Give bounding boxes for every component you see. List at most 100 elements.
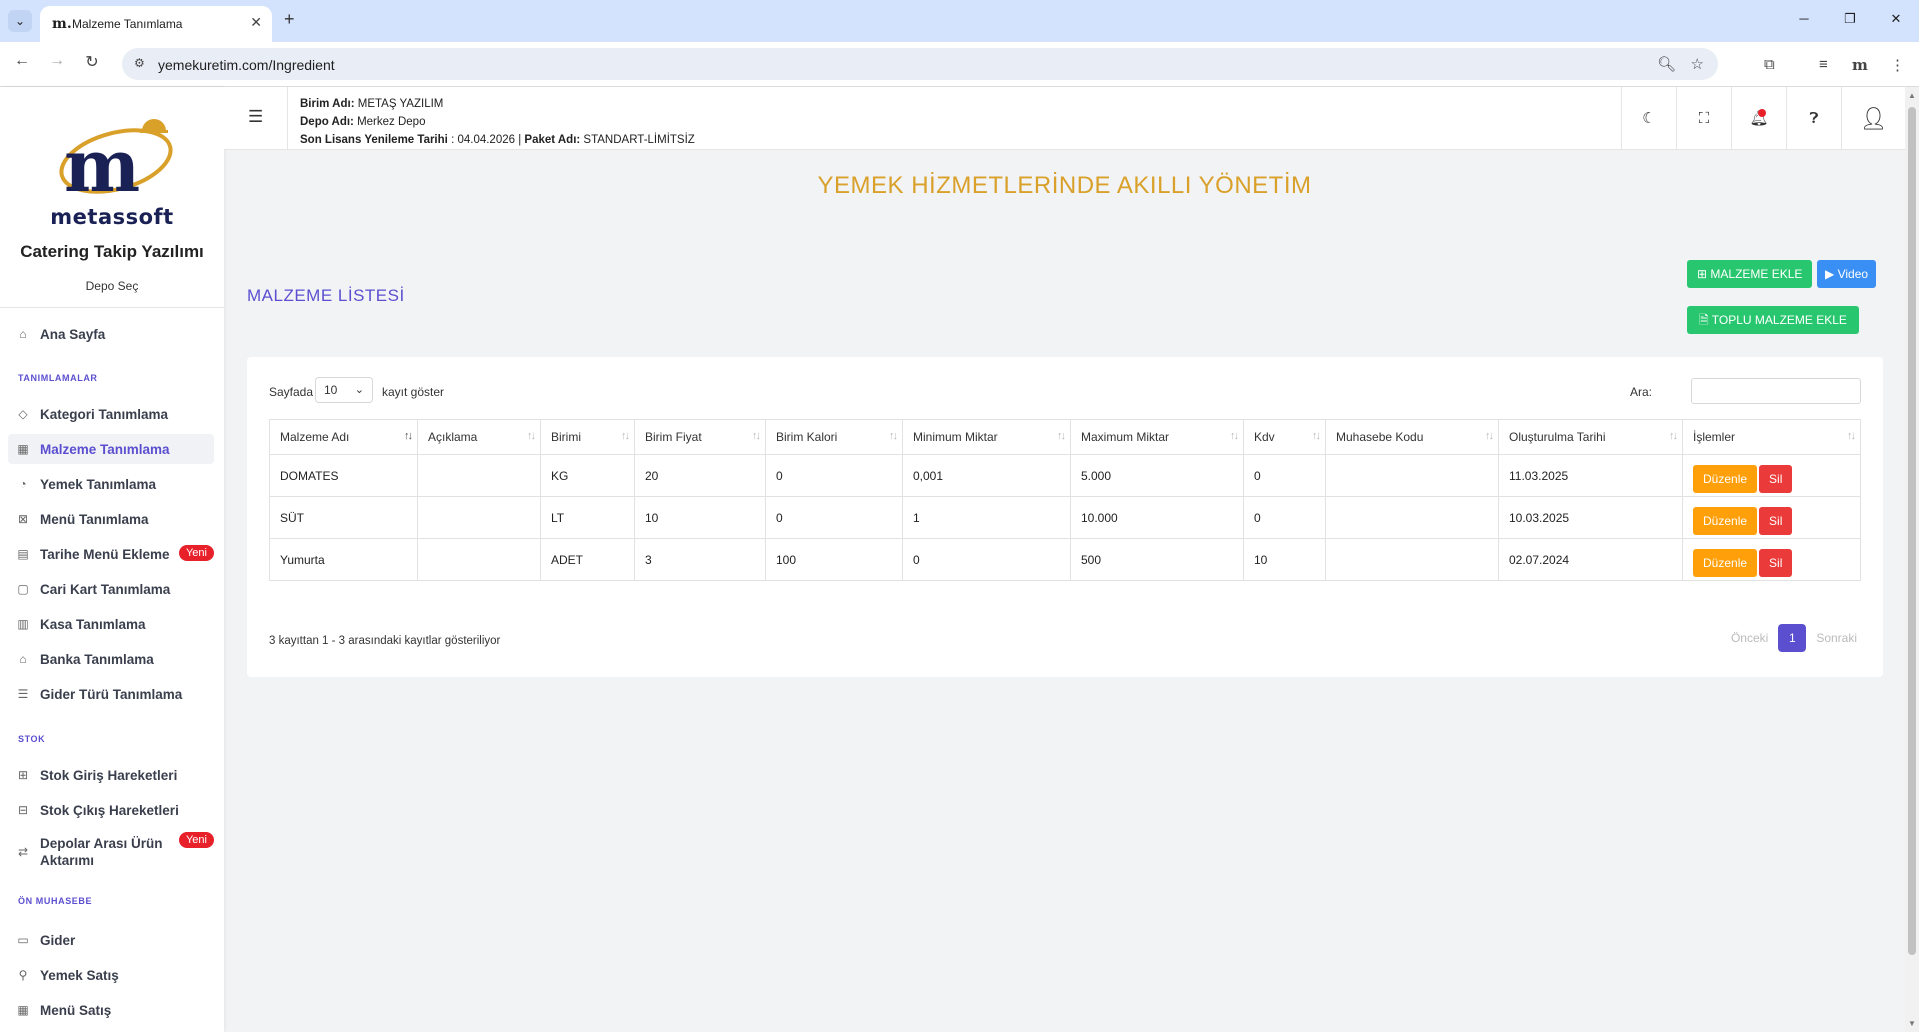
sort-icon: ↑↓ [752,430,761,442]
sidebar-item-menu-satis[interactable]: ▦ Menü Satış [8,995,214,1025]
add-ingredient-button[interactable]: ⊞ MALZEME EKLE [1687,260,1813,288]
column-header-name[interactable]: Malzeme Adı ↑↓ [269,419,418,455]
profile-favicon-icon[interactable]: m [1852,56,1868,74]
zoom-icon[interactable]: 🔍︎ [1657,55,1676,73]
cell-price: 10 [634,496,766,539]
close-window-icon[interactable]: ✕ [1873,0,1919,38]
sidebar-item-tarihe-menu[interactable]: ▤ Tarihe Menü Ekleme Yeni [8,539,214,569]
sidebar-item-malzeme[interactable]: ▦ Malzeme Tanımlama [8,434,214,464]
browser-menu-icon[interactable]: ⋮ [1890,56,1905,74]
media-control-icon[interactable]: ≡ [1819,56,1828,73]
video-button[interactable]: ▶ Video [1817,260,1877,288]
dish-icon: ◔ [19,477,27,491]
sidebar-item-yemek-satis[interactable]: ⚲ Yemek Satış [8,960,214,990]
browser-tab-active[interactable]: m. Malzeme Tanımlama ✕ [40,6,272,42]
dark-mode-icon[interactable]: ☾ [1621,87,1676,150]
tab-search-chevron-icon[interactable]: ⌄ [8,10,32,32]
birim-value: METAŞ YAZILIM [357,98,444,110]
column-header-unit[interactable]: Birimi ↑↓ [540,419,635,455]
scrollbar-thumb[interactable] [1908,107,1916,955]
sidebar-item-label: Kategori Tanımlama [40,406,169,422]
sort-icon: ↑↓ [1230,430,1239,442]
sidebar-item-banka[interactable]: ⌂ Banka Tanımlama [8,644,214,674]
reload-icon[interactable]: ↻ [80,52,104,72]
sidebar-item-cari-kart[interactable]: ▢ Cari Kart Tanımlama [8,574,214,604]
scroll-down-icon[interactable]: ▼ [1905,1019,1919,1028]
notification-bell-icon[interactable]: 🔔︎ [1731,87,1786,150]
cell-calorie: 100 [765,538,903,581]
page-scrollbar[interactable]: ▲ ▼ [1905,87,1919,1032]
column-header-max[interactable]: Maximum Miktar ↑↓ [1070,419,1244,455]
address-bar[interactable]: ⚙ yemekuretim.com/Ingredient 🔍︎ ☆ [122,48,1718,80]
bookmark-star-icon[interactable]: ☆ [1691,55,1704,73]
pagination-previous[interactable]: Önceki [1731,631,1768,645]
chevron-down-icon: ⌄ [354,384,364,396]
page-headline: YEMEK HİZMETLERİNDE AKILLI YÖNETİM [817,172,1312,199]
cell-created-date: 10.03.2025 [1498,496,1683,539]
column-header-min[interactable]: Minimum Miktar ↑↓ [902,419,1071,455]
column-header-label: Açıklama [428,430,478,444]
notification-dot [1758,109,1766,117]
delete-button[interactable]: Sil [1759,507,1793,535]
sidebar-item-home[interactable]: ⌂ Ana Sayfa [8,319,214,349]
site-info-icon[interactable]: ⚙ [134,56,145,70]
sort-icon: ↑↓ [1057,430,1066,442]
back-icon[interactable]: ← [10,52,34,70]
column-header-price[interactable]: Birim Fiyat ↑↓ [634,419,766,455]
user-avatar-icon[interactable]: 👤︎ [1841,87,1905,150]
page-length-select[interactable]: 10 ⌄ [315,377,373,403]
sidebar-item-kategori[interactable]: ◇ Kategori Tanımlama [8,399,214,429]
sidebar-item-gider[interactable]: ▭ Gider [8,925,214,955]
minimize-icon[interactable]: ─ [1781,0,1827,38]
hamburger-menu-icon[interactable]: ☰ [248,107,263,127]
scroll-up-icon[interactable]: ▲ [1905,91,1919,100]
delete-button[interactable]: Sil [1759,465,1793,493]
cell-min: 0 [902,538,1071,581]
column-header-accounting-code[interactable]: Muhasebe Kodu ↑↓ [1325,419,1499,455]
column-header-label: Minimum Miktar [913,430,998,444]
delete-button[interactable]: Sil [1759,549,1793,577]
paket-label: Paket Adı: [524,134,581,146]
edit-button[interactable]: Düzenle [1693,549,1758,577]
pagination-page-1[interactable]: 1 [1778,624,1807,652]
column-header-calorie[interactable]: Birim Kalori ↑↓ [765,419,903,455]
cell-unit: KG [540,454,635,497]
pagination-next[interactable]: Sonraki [1816,631,1857,645]
edit-button[interactable]: Düzenle [1693,465,1758,493]
cell-max: 10.000 [1070,496,1244,539]
fullscreen-icon[interactable]: ⛶ [1676,87,1731,150]
metassoft-logo[interactable]: m [56,113,176,208]
sidebar-item-kasa[interactable]: ▥ Kasa Tanımlama [8,609,214,639]
sidebar-item-label: Gider [40,932,76,948]
app-name: Catering Takip Yazılımı [20,242,204,261]
restore-icon[interactable]: ❐ [1827,0,1873,38]
sort-icon: ↑↓ [1669,430,1678,442]
sidebar-item-label: Stok Çıkış Hareketleri [40,802,179,818]
column-header-created-date[interactable]: Oluşturulma Tarihi ↑↓ [1498,419,1683,455]
help-icon[interactable]: ❓︎ [1786,87,1841,150]
logo-text: metassoft [50,205,174,229]
excel-file-icon: 🗎︎ [1699,313,1709,327]
column-header-kdv[interactable]: Kdv ↑↓ [1243,419,1326,455]
new-tab-icon[interactable]: + [284,9,295,30]
cell-max: 500 [1070,538,1244,581]
column-header-actions[interactable]: İşlemler ↑↓ [1682,419,1861,455]
sidebar-item-depolar-arasi[interactable]: ⇄ Depolar Arası Ürün Aktarımı Yeni [8,832,214,872]
svg-text:m: m [64,123,140,208]
sidebar-item-menu[interactable]: ⊠ Menü Tanımlama [8,504,214,534]
calendar-icon: ▤ [17,547,29,561]
sidebar-item-gider-turu[interactable]: ☰ Gider Türü Tanımlama [8,679,214,709]
sidebar-item-stok-cikis[interactable]: ⊟ Stok Çıkış Hareketleri [8,795,214,825]
column-header-description[interactable]: Açıklama ↑↓ [417,419,541,455]
tab-close-icon[interactable]: ✕ [250,14,262,31]
edit-button[interactable]: Düzenle [1693,507,1758,535]
cell-accounting-code [1325,496,1499,539]
sidebar-item-yemek[interactable]: ◔ Yemek Tanımlama [8,469,214,499]
depo-select-link[interactable]: Depo Seç [0,279,224,293]
extensions-icon[interactable]: ⧉ [1764,56,1775,73]
forward-icon[interactable]: → [45,52,69,70]
header-actions: ☾ ⛶ 🔔︎ ❓︎ 👤︎ [1621,87,1905,150]
bulk-add-button[interactable]: 🗎︎ TOPLU MALZEME EKLE [1687,306,1859,334]
sidebar-item-stok-giris[interactable]: ⊞ Stok Giriş Hareketleri [8,760,214,790]
search-input[interactable] [1691,378,1861,404]
